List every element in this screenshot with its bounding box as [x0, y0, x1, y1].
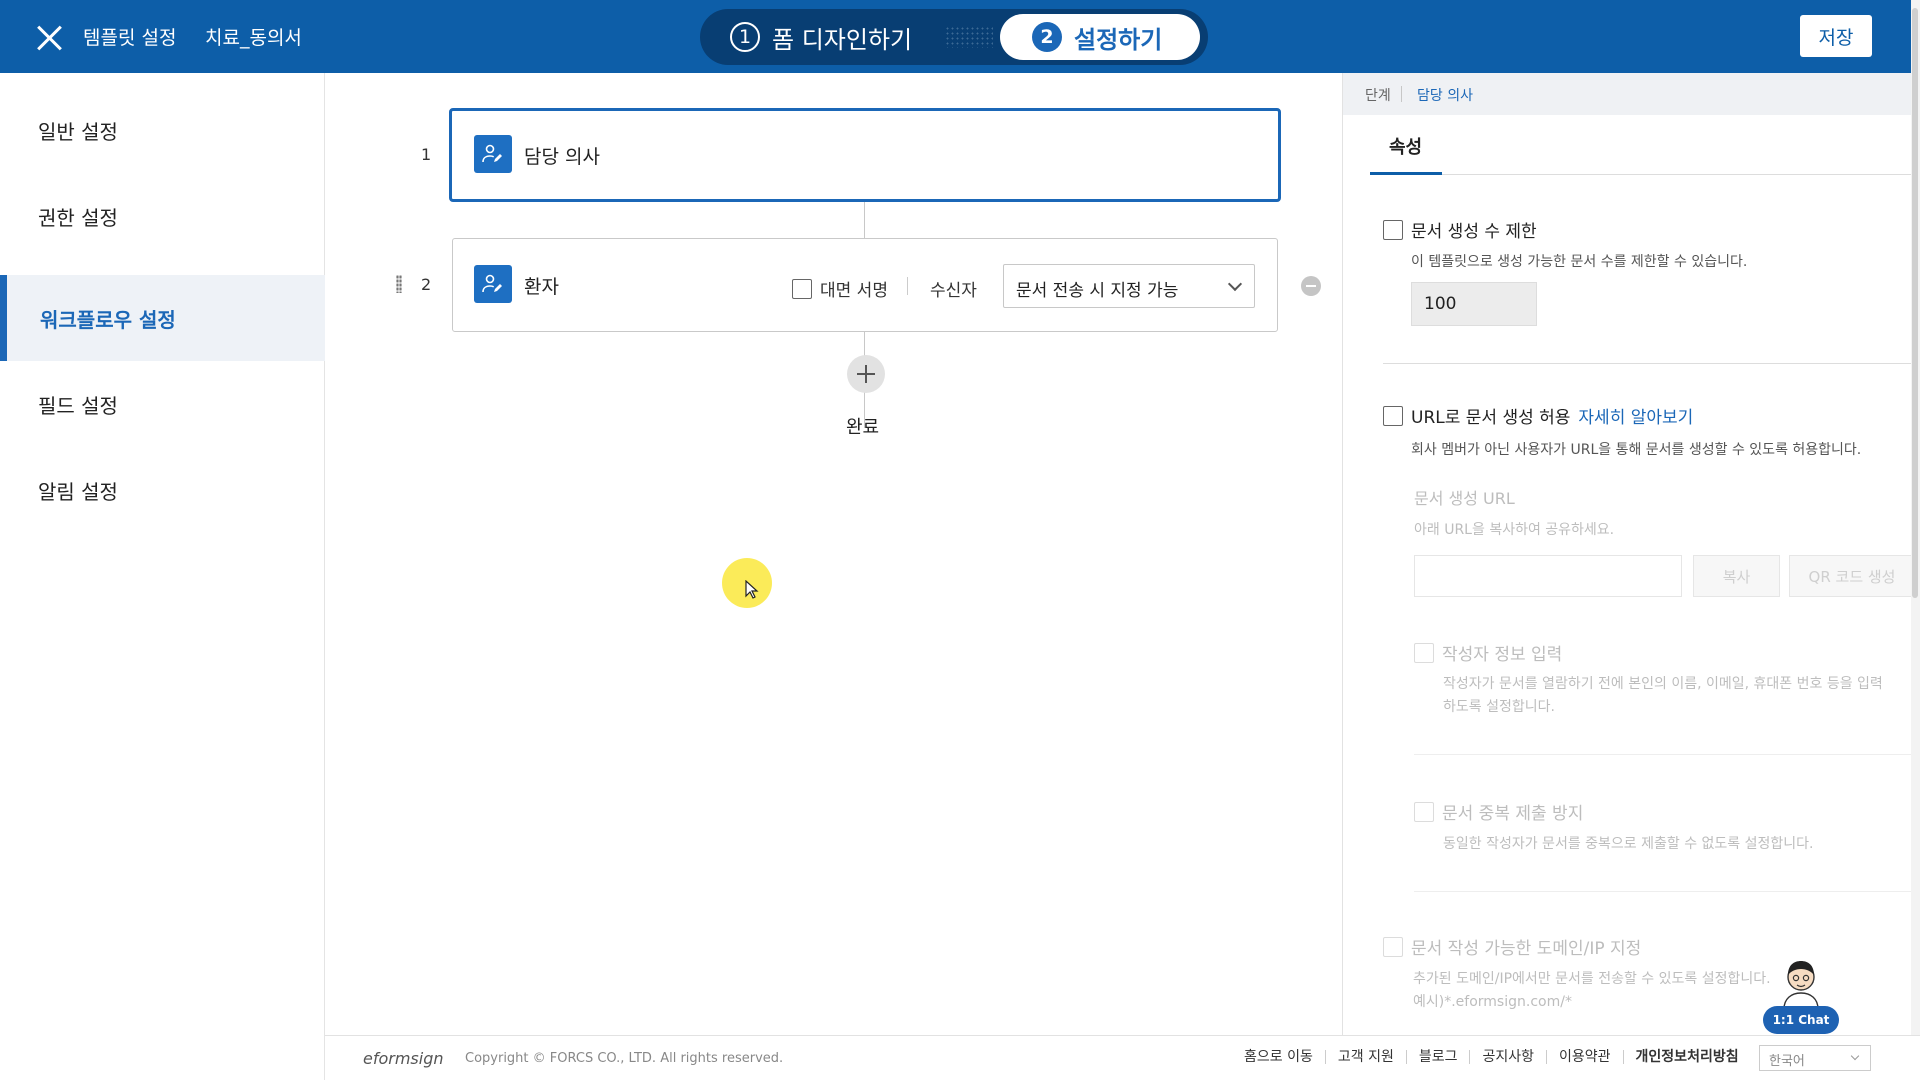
footer-link-blog[interactable]: 블로그 — [1407, 1050, 1471, 1064]
step-settings[interactable]: 2 설정하기 — [1000, 14, 1200, 60]
connector-line — [864, 202, 865, 238]
sidebar-item-permissions[interactable]: 권한 설정 — [0, 173, 325, 259]
add-step-button[interactable] — [847, 355, 885, 393]
step-number: 1 — [730, 22, 760, 52]
chevron-down-icon — [1227, 276, 1243, 292]
checkbox[interactable] — [792, 278, 812, 299]
breadcrumb-item-current: 담당 의사 — [1417, 88, 1473, 104]
end-label: 완료 — [846, 417, 880, 438]
breadcrumb-separator — [1401, 86, 1402, 102]
properties-panel: 단계 담당 의사 속성 문서 생성 수 제한 이 템플릿으로 생성 가능한 문서… — [1342, 73, 1920, 1035]
sidebar-item-workflow[interactable]: 워크플로우 설정 — [0, 275, 325, 361]
recipient-select[interactable]: 문서 전송 시 지정 가능 — [1003, 264, 1255, 308]
step-indicator: 1 폼 디자인하기 2 설정하기 — [700, 9, 1208, 65]
sidebar-item-general[interactable]: 일반 설정 — [0, 87, 325, 173]
tab-divider — [1370, 174, 1915, 175]
domain-ip-label: 문서 작성 가능한 도메인/IP 지정 — [1411, 939, 1642, 959]
copy-button[interactable]: 복사 — [1693, 555, 1780, 597]
remove-step-icon[interactable] — [1301, 276, 1321, 296]
doc-url-description: 아래 URL을 복사하여 공유하세요. — [1414, 522, 1615, 538]
copyright-text: Copyright © FORCS CO., LTD. All rights r… — [465, 1051, 784, 1066]
recipient-label: 수신자 — [930, 281, 977, 301]
top-header: 템플릿 설정 치료_동의서 1 폼 디자인하기 2 설정하기 저장 — [0, 0, 1920, 73]
checkbox[interactable] — [1383, 405, 1403, 426]
step-label: 폼 디자인하기 — [772, 25, 913, 54]
duplicate-prevent-label: 문서 중복 제출 방지 — [1442, 804, 1584, 824]
domain-ip-option[interactable]: 문서 작성 가능한 도메인/IP 지정 — [1383, 934, 1641, 959]
doc-url-field[interactable] — [1414, 555, 1682, 597]
url-creation-option[interactable]: URL로 문서 생성 허용 자세히 알아보기 — [1383, 403, 1693, 428]
workflow-node-doctor[interactable]: 담당 의사 — [449, 108, 1281, 202]
url-creation-description: 회사 멤버가 아닌 사용자가 URL을 통해 문서를 생성할 수 있도록 허용합… — [1411, 442, 1862, 458]
learn-more-link[interactable]: 자세히 알아보기 — [1578, 403, 1693, 428]
drag-handle-icon[interactable] — [396, 275, 402, 293]
footer-links: 홈으로 이동 고객 지원 블로그 공지사항 이용약관 개인정보처리방침 — [1232, 1050, 1751, 1064]
breadcrumb: 단계 담당 의사 — [1343, 73, 1915, 115]
author-info-description: 작성자가 문서를 열람하기 전에 본인의 이름, 이메일, 휴대폰 번호 등을 … — [1443, 676, 1883, 692]
footer-link-privacy[interactable]: 개인정보처리방침 — [1624, 1050, 1751, 1064]
tab-properties[interactable]: 속성 — [1389, 133, 1422, 159]
chat-avatar-icon[interactable] — [1778, 957, 1824, 1010]
chat-button[interactable]: 1:1 Chat — [1763, 1006, 1839, 1034]
save-button[interactable]: 저장 — [1800, 15, 1872, 57]
step-form-design[interactable]: 1 폼 디자인하기 — [730, 14, 912, 60]
checkbox[interactable] — [1383, 936, 1403, 957]
checkbox[interactable] — [1414, 801, 1434, 822]
node-label: 환자 — [524, 276, 559, 298]
step-number: 2 — [1032, 22, 1062, 52]
section-divider — [1383, 363, 1915, 364]
footer-link-support[interactable]: 고객 지원 — [1326, 1050, 1407, 1064]
footer-link-home[interactable]: 홈으로 이동 — [1232, 1050, 1326, 1064]
header-title: 템플릿 설정 — [83, 27, 177, 49]
footer-link-terms[interactable]: 이용약관 — [1547, 1050, 1624, 1064]
sidebar-item-notifications[interactable]: 알림 설정 — [0, 447, 325, 533]
limit-count-input[interactable]: 100 — [1411, 282, 1537, 326]
checkbox[interactable] — [1414, 642, 1434, 663]
page-footer: eformsign Copyright © FORCS CO., LTD. Al… — [325, 1035, 1920, 1080]
sidebar-item-fields[interactable]: 필드 설정 — [0, 361, 325, 447]
limit-docs-label: 문서 생성 수 제한 — [1411, 222, 1537, 242]
checkbox[interactable] — [1383, 219, 1403, 240]
step-dots — [945, 26, 993, 48]
node-label: 담당 의사 — [524, 146, 600, 168]
duplicate-prevent-option[interactable]: 문서 중복 제출 방지 — [1414, 799, 1583, 824]
section-divider — [1414, 754, 1915, 755]
duplicate-prevent-description: 동일한 작성자가 문서를 중복으로 제출할 수 없도록 설정합니다. — [1443, 836, 1814, 852]
doc-url-title: 문서 생성 URL — [1414, 489, 1515, 508]
recipient-select-value: 문서 전송 시 지정 가능 — [1016, 281, 1179, 301]
close-icon[interactable] — [36, 24, 64, 52]
document-name: 치료_동의서 — [205, 27, 302, 49]
language-value: 한국어 — [1769, 1054, 1805, 1069]
tab-active-indicator — [1370, 172, 1442, 175]
domain-ip-example: 예시)*.eformsign.com/* — [1413, 994, 1572, 1010]
face-to-face-sign-checkbox[interactable]: 대면 서명 — [792, 276, 888, 301]
mouse-cursor-highlight — [722, 558, 772, 608]
limit-docs-description: 이 템플릿으로 생성 가능한 문서 수를 제한할 수 있습니다. — [1411, 254, 1748, 270]
author-info-label: 작성자 정보 입력 — [1442, 645, 1563, 665]
section-divider — [1414, 891, 1915, 892]
settings-sidebar: 일반 설정 권한 설정 워크플로우 설정 필드 설정 알림 설정 — [0, 73, 325, 1080]
panel-scroll-thumb[interactable] — [1912, 8, 1918, 598]
chevron-down-icon — [1850, 1051, 1860, 1061]
person-edit-icon — [474, 265, 512, 303]
limit-docs-option[interactable]: 문서 생성 수 제한 — [1383, 217, 1537, 242]
qr-code-button[interactable]: QR 코드 생성 — [1789, 555, 1915, 597]
author-info-description-2: 하도록 설정합니다. — [1443, 699, 1555, 715]
eformsign-logo: eformsign — [363, 1049, 444, 1068]
workflow-canvas: 1 담당 의사 2 환자 완료 — [325, 73, 1342, 1035]
face-sign-label: 대면 서명 — [820, 281, 888, 301]
language-select[interactable]: 한국어 — [1759, 1045, 1871, 1071]
url-creation-label: URL로 문서 생성 허용 — [1411, 408, 1571, 428]
domain-ip-description: 추가된 도메인/IP에서만 문서를 전송할 수 있도록 설정합니다. — [1413, 971, 1771, 987]
person-edit-icon — [474, 135, 512, 173]
author-info-option[interactable]: 작성자 정보 입력 — [1414, 640, 1562, 665]
divider — [907, 277, 908, 295]
footer-link-notice[interactable]: 공지사항 — [1470, 1050, 1548, 1064]
step-index: 1 — [421, 145, 432, 164]
step-index: 2 — [421, 275, 432, 294]
breadcrumb-item[interactable]: 단계 — [1365, 85, 1391, 105]
step-label: 설정하기 — [1074, 25, 1163, 54]
